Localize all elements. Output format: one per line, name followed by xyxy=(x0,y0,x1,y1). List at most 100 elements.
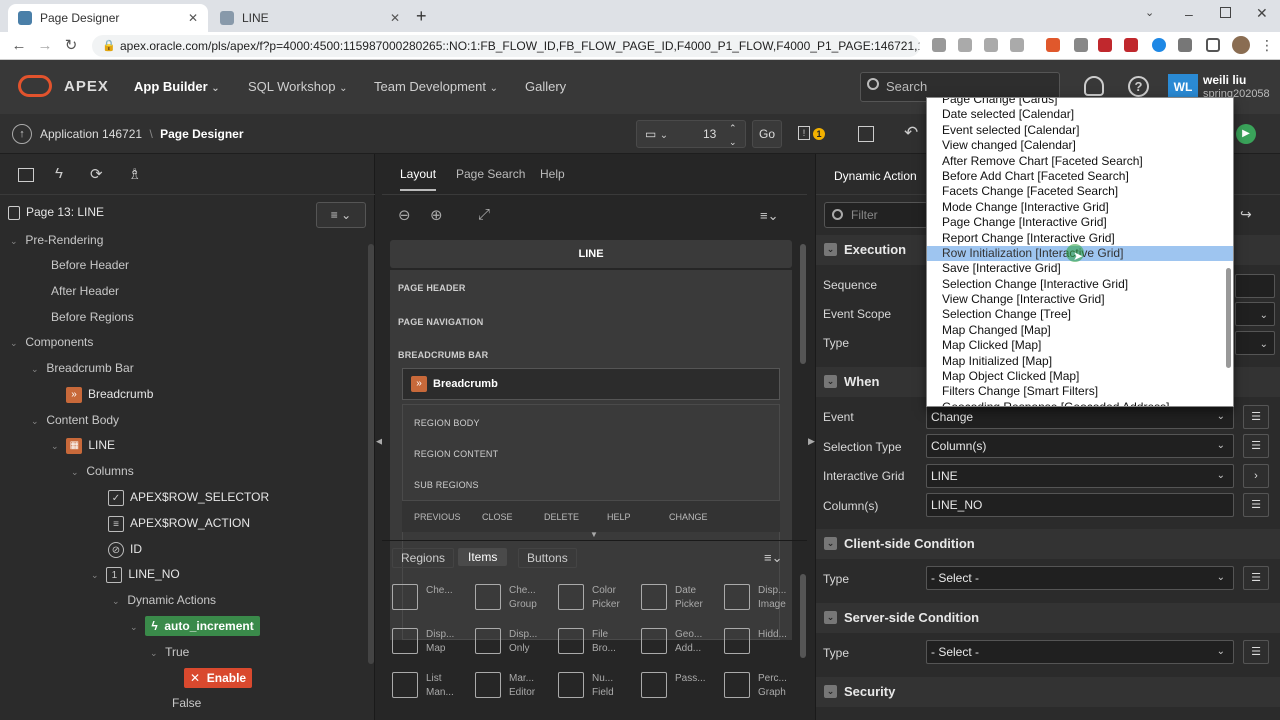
slot-previous[interactable]: PREVIOUS xyxy=(414,512,461,522)
type-select[interactable]: ⌄ xyxy=(1235,331,1275,355)
interactive-grid-select[interactable]: LINE ⌄ xyxy=(926,464,1234,488)
page-node[interactable]: Page 13: LINE xyxy=(8,205,104,220)
goto-group-icon[interactable]: ↪ xyxy=(1240,206,1252,223)
columns-field[interactable]: LINE_NO xyxy=(926,493,1234,517)
zoom-icon[interactable] xyxy=(958,38,972,52)
layout-page-header[interactable]: PAGE HEADER xyxy=(398,283,466,293)
browser-tab-line[interactable]: LINE ✕ xyxy=(210,4,410,32)
tab-help[interactable]: Help xyxy=(540,167,565,181)
tree-node-content-body[interactable]: ⌄ Content Body xyxy=(0,409,119,431)
admin-user-icon[interactable] xyxy=(1084,76,1104,96)
dropdown-option[interactable]: After Remove Chart [Faceted Search] xyxy=(927,154,1233,169)
list-options-icon[interactable]: ☰ xyxy=(1243,434,1269,458)
nav-sql-workshop[interactable]: SQL Workshop ⌄ xyxy=(248,79,347,94)
extension-b-icon[interactable] xyxy=(1074,38,1088,52)
section-client-side-condition[interactable]: ⌄ Client-side Condition xyxy=(816,529,1280,559)
expand-icon[interactable]: ⤢ xyxy=(478,206,490,223)
profile-avatar-icon[interactable] xyxy=(1232,36,1250,54)
user-name[interactable]: weili liu xyxy=(1203,73,1246,87)
dropdown-option[interactable]: Filters Change [Smart Filters] xyxy=(927,384,1233,399)
reload-icon[interactable]: ↻ xyxy=(60,36,82,56)
layout-page-navigation[interactable]: PAGE NAVIGATION xyxy=(398,317,484,327)
dropdown-option[interactable]: Map Initialized [Map] xyxy=(927,354,1233,369)
gallery-item[interactable]: Date Picker xyxy=(639,582,717,622)
gallery-item[interactable]: Pass... xyxy=(639,670,717,710)
share-icon[interactable] xyxy=(984,38,998,52)
tree-node-line-no[interactable]: ⌄ 1 LINE_NO xyxy=(0,563,180,585)
processing-tab-icon[interactable]: ⟳ xyxy=(90,165,103,183)
dropdown-option[interactable]: Map Clicked [Map] xyxy=(927,338,1233,353)
gallery-scrollbar[interactable] xyxy=(800,574,806,658)
save-run-icon[interactable]: ▶ xyxy=(1236,124,1256,144)
tree-node-true[interactable]: ⌄ True xyxy=(0,641,189,663)
gallery-item[interactable]: Che... xyxy=(390,582,468,622)
dropdown-option[interactable]: Before Add Chart [Faceted Search] xyxy=(927,169,1233,184)
undo-icon[interactable]: ↶ xyxy=(904,123,918,143)
oracle-logo-icon[interactable] xyxy=(18,75,52,97)
go-to-region-icon[interactable]: › xyxy=(1243,464,1269,488)
layout-breadcrumb-bar[interactable]: BREADCRUMB BAR xyxy=(398,350,488,360)
page-selector[interactable]: ▭ ⌄ 13 ⌃ ⌄ xyxy=(636,120,746,148)
layout-scrollbar[interactable] xyxy=(800,244,806,364)
page-down-icon[interactable]: ⌄ xyxy=(729,129,737,155)
tree-scrollbar[interactable] xyxy=(368,244,374,664)
nav-gallery[interactable]: Gallery xyxy=(525,79,566,94)
gallery-item[interactable]: Disp... Only xyxy=(473,626,551,666)
layout-sub-regions[interactable]: SUB REGIONS xyxy=(414,480,479,490)
go-button[interactable]: Go xyxy=(752,120,782,148)
translate-icon[interactable] xyxy=(932,38,946,52)
client-condition-type-select[interactable]: - Select - ⌄ xyxy=(926,566,1234,590)
list-options-icon[interactable]: ☰ xyxy=(1243,405,1269,429)
url-field[interactable]: 🔒 apex.oracle.com/pls/apex/f?p=4000:4500… xyxy=(92,35,920,57)
puzzle-extensions-icon[interactable] xyxy=(1178,38,1192,52)
maximize-icon[interactable] xyxy=(1220,7,1231,18)
slot-close[interactable]: CLOSE xyxy=(482,512,513,522)
tree-node-before-header[interactable]: Before Header xyxy=(0,254,129,276)
gallery-item[interactable]: List Man... xyxy=(390,670,468,710)
event-select[interactable]: Change ⌄ xyxy=(926,405,1234,429)
tree-node-columns[interactable]: ⌄ Columns xyxy=(0,460,134,482)
tab-layout[interactable]: Layout xyxy=(400,167,437,191)
breadcrumb-application[interactable]: Application 146721 xyxy=(40,127,142,141)
sidebar-icon[interactable] xyxy=(1206,38,1220,52)
page-title-bar[interactable]: LINE xyxy=(390,240,792,268)
dropdown-scrollbar[interactable] xyxy=(1226,268,1231,368)
gallery-tab-items[interactable]: Items xyxy=(458,548,508,566)
new-tab-icon[interactable]: + xyxy=(416,6,427,27)
zoom-out-icon[interactable]: ⊖ xyxy=(398,206,411,224)
section-security[interactable]: ⌄ Security xyxy=(816,677,1280,707)
back-icon[interactable]: ← xyxy=(8,36,30,56)
dropdown-option[interactable]: Map Object Clicked [Map] xyxy=(927,369,1233,384)
tree-node-row-selector[interactable]: ✓ APEX$ROW_SELECTOR xyxy=(0,486,269,508)
tree-node-id[interactable]: ⊘ ID xyxy=(0,538,142,560)
dropdown-option[interactable]: Map Changed [Map] xyxy=(927,323,1233,338)
dropdown-option[interactable]: View Change [Interactive Grid] xyxy=(927,292,1233,307)
gallery-item[interactable]: File Bro... xyxy=(556,626,634,666)
pdf-extension-icon[interactable] xyxy=(1098,38,1112,52)
server-condition-type-select[interactable]: - Select - ⌄ xyxy=(926,640,1234,664)
gallery-item[interactable]: Disp... Map xyxy=(390,626,468,666)
gallery-item[interactable]: Che... Group xyxy=(473,582,551,622)
layout-region-content[interactable]: REGION CONTENT xyxy=(414,449,498,459)
tree-node-line-region[interactable]: ⌄ ▦ LINE xyxy=(0,434,115,456)
warning-icon[interactable]: ! xyxy=(798,126,810,140)
dropdown-option[interactable]: Report Change [Interactive Grid] xyxy=(927,231,1233,246)
breadcrumb-region-block[interactable]: » Breadcrumb xyxy=(402,368,780,400)
slot-delete[interactable]: DELETE xyxy=(544,512,579,522)
tree-node-false[interactable]: False xyxy=(0,692,201,714)
dropdown-option[interactable]: Date selected [Calendar] xyxy=(927,107,1233,122)
tree-node-breadcrumb[interactable]: » Breadcrumb xyxy=(0,383,153,405)
gallery-item[interactable]: Hidd... xyxy=(722,626,800,666)
close-tab-icon[interactable]: ✕ xyxy=(188,11,198,25)
dropdown-option[interactable]: Facets Change [Faceted Search] xyxy=(927,184,1233,199)
gallery-item[interactable]: Nu... Field xyxy=(556,670,634,710)
pdf-extension-2-icon[interactable] xyxy=(1124,38,1138,52)
lock-page-icon[interactable] xyxy=(858,126,874,142)
dropdown-option[interactable]: View changed [Calendar] xyxy=(927,138,1233,153)
list-options-icon[interactable]: ☰ xyxy=(1243,640,1269,664)
slot-help[interactable]: HELP xyxy=(607,512,631,522)
rendering-tab-icon[interactable] xyxy=(18,168,34,182)
gallery-menu-icon[interactable]: ≡⌄ xyxy=(764,550,782,566)
layout-region-body[interactable]: REGION BODY xyxy=(414,418,480,428)
tab-page-search[interactable]: Page Search xyxy=(456,167,525,181)
